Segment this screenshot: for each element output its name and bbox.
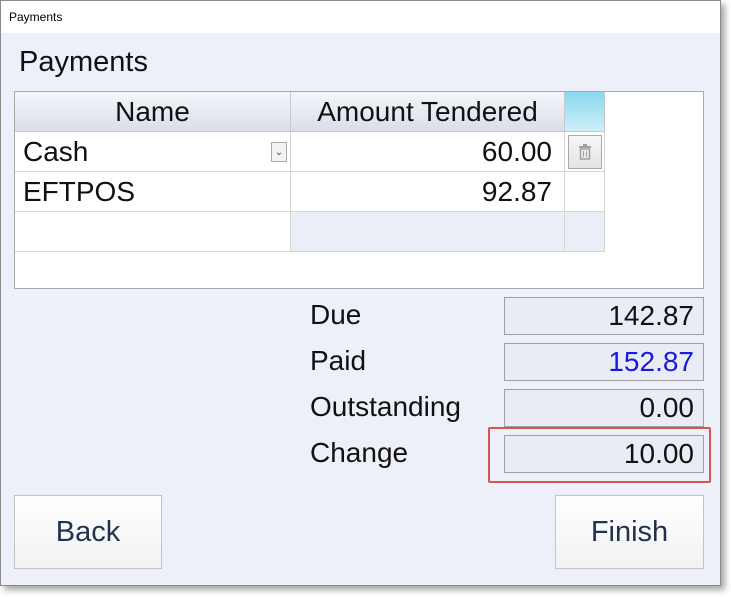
- payments-window: Payments Payments Name Amount Tendered C…: [0, 0, 721, 586]
- column-header-name[interactable]: Name: [15, 92, 291, 132]
- new-payment-name-cell[interactable]: [15, 212, 291, 252]
- change-highlight-box: [488, 427, 711, 483]
- outstanding-label: Outstanding: [310, 391, 461, 422]
- payments-grid: Name Amount Tendered Cash ⌄ 60.00 EFTPOS…: [14, 91, 704, 289]
- window-title: Payments: [1, 1, 720, 33]
- payment-amount-cell[interactable]: 92.87: [291, 172, 565, 212]
- column-header-amount[interactable]: Amount Tendered: [291, 92, 565, 132]
- chevron-down-icon[interactable]: ⌄: [271, 142, 287, 162]
- delete-payment-button[interactable]: [567, 134, 602, 169]
- change-label: Change: [310, 437, 409, 468]
- new-payment-amount-cell[interactable]: [291, 212, 565, 252]
- finish-button[interactable]: Finish: [555, 495, 704, 569]
- outstanding-value: 0.00: [504, 389, 704, 427]
- payment-action-cell: [565, 132, 605, 172]
- payment-name-cell[interactable]: Cash ⌄: [15, 132, 291, 172]
- page-title: Payments: [19, 46, 148, 78]
- new-payment-action-cell: [565, 212, 605, 252]
- trash-icon: [578, 143, 591, 160]
- due-label: Due: [310, 299, 362, 330]
- payment-action-cell: [565, 172, 605, 212]
- back-button[interactable]: Back: [14, 495, 162, 569]
- payment-amount-cell[interactable]: 60.00: [291, 132, 565, 172]
- due-value: 142.87: [504, 297, 704, 335]
- paid-value: 152.87: [504, 343, 704, 381]
- payment-name-value: Cash: [23, 135, 89, 167]
- paid-label: Paid: [310, 345, 367, 376]
- payment-name-cell[interactable]: EFTPOS: [15, 172, 291, 212]
- column-header-action: [565, 92, 605, 132]
